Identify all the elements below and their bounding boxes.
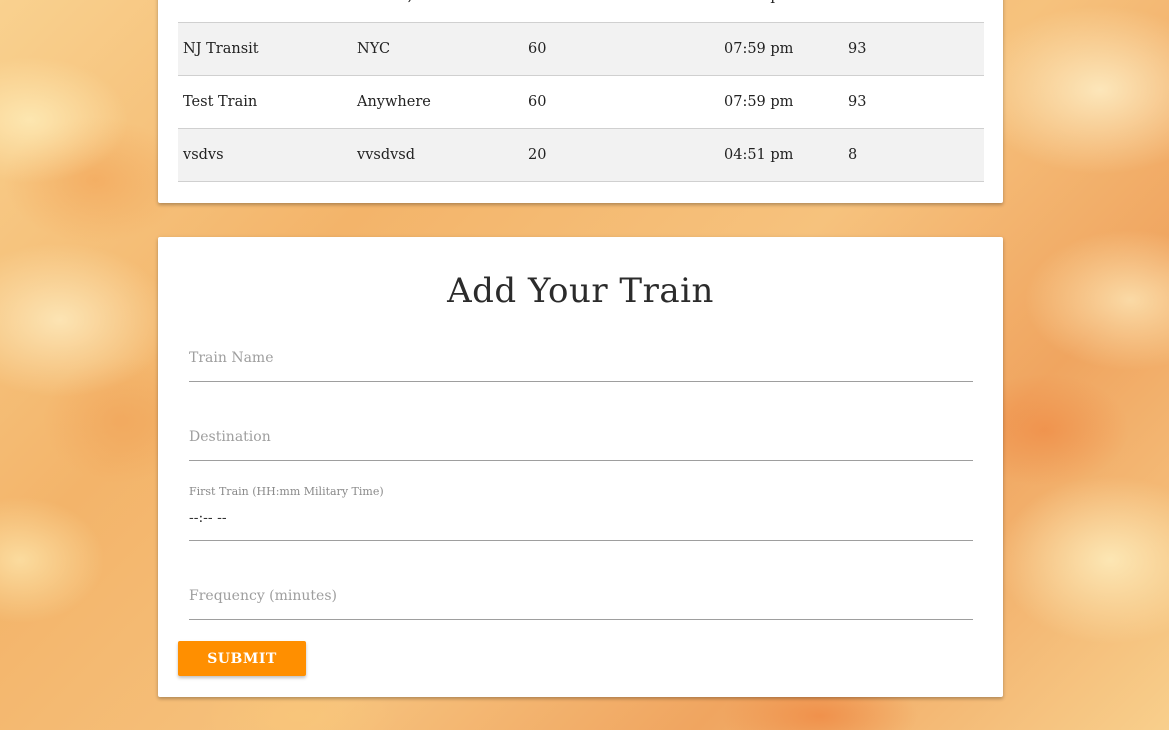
- train-name-placeholder: Train Name: [189, 350, 274, 366]
- destination-cell: vvsdvsd: [357, 147, 416, 163]
- destination-cell: Boston, MA: [357, 0, 442, 22]
- train-name-cell: NJ Transit: [183, 41, 259, 57]
- minutes-away-cell: 8: [848, 147, 858, 163]
- first-train-label: First Train (HH:mm Military Time): [189, 485, 384, 498]
- frequency-input[interactable]: Frequency (minutes): [189, 585, 973, 620]
- destination-placeholder: Destination: [189, 429, 271, 445]
- table-row: vsdvs vvsdvsd 20 04:51 pm 8: [178, 129, 984, 182]
- add-train-card: Add Your Train Train Name Destination Fi…: [158, 237, 1003, 697]
- submit-button[interactable]: SUBMIT: [178, 641, 306, 676]
- next-arrival-cell: 07:59 pm: [724, 94, 794, 110]
- next-arrival-cell: 04:54 pm: [724, 0, 793, 22]
- destination-cell: NYC: [357, 41, 391, 57]
- train-name-cell: Test Train: [183, 94, 258, 110]
- minutes-away-cell: 35: [848, 0, 866, 22]
- first-train-time-input[interactable]: First Train (HH:mm Military Time) --:-- …: [189, 481, 973, 541]
- first-train-time-value: --:-- --: [189, 510, 227, 526]
- frequency-placeholder: Frequency (minutes): [189, 588, 337, 604]
- train-name-input[interactable]: Train Name: [189, 347, 973, 382]
- next-arrival-cell: 04:51 pm: [724, 147, 794, 163]
- frequency-cell: 22: [528, 0, 546, 22]
- train-name-cell: vsdvs: [183, 147, 224, 163]
- table-row: Test Train Anywhere 60 07:59 pm 93: [178, 76, 984, 129]
- minutes-away-cell: 93: [848, 94, 867, 110]
- train-schedule-card: South Cresent Boston, MA 22 04:54 pm 35 …: [158, 0, 1003, 203]
- next-arrival-cell: 07:59 pm: [724, 41, 794, 57]
- frequency-cell: 60: [528, 94, 547, 110]
- table-row: NJ Transit NYC 60 07:59 pm 93: [178, 23, 984, 76]
- frequency-cell: 20: [528, 147, 547, 163]
- train-name-cell: South Cresent: [183, 0, 289, 22]
- minutes-away-cell: 93: [848, 41, 867, 57]
- form-title: Add Your Train: [447, 271, 714, 311]
- table-row: South Cresent Boston, MA 22 04:54 pm 35: [178, 0, 984, 23]
- destination-cell: Anywhere: [357, 94, 431, 110]
- train-schedule-table: South Cresent Boston, MA 22 04:54 pm 35 …: [178, 0, 984, 182]
- destination-input[interactable]: Destination: [189, 426, 973, 461]
- frequency-cell: 60: [528, 41, 547, 57]
